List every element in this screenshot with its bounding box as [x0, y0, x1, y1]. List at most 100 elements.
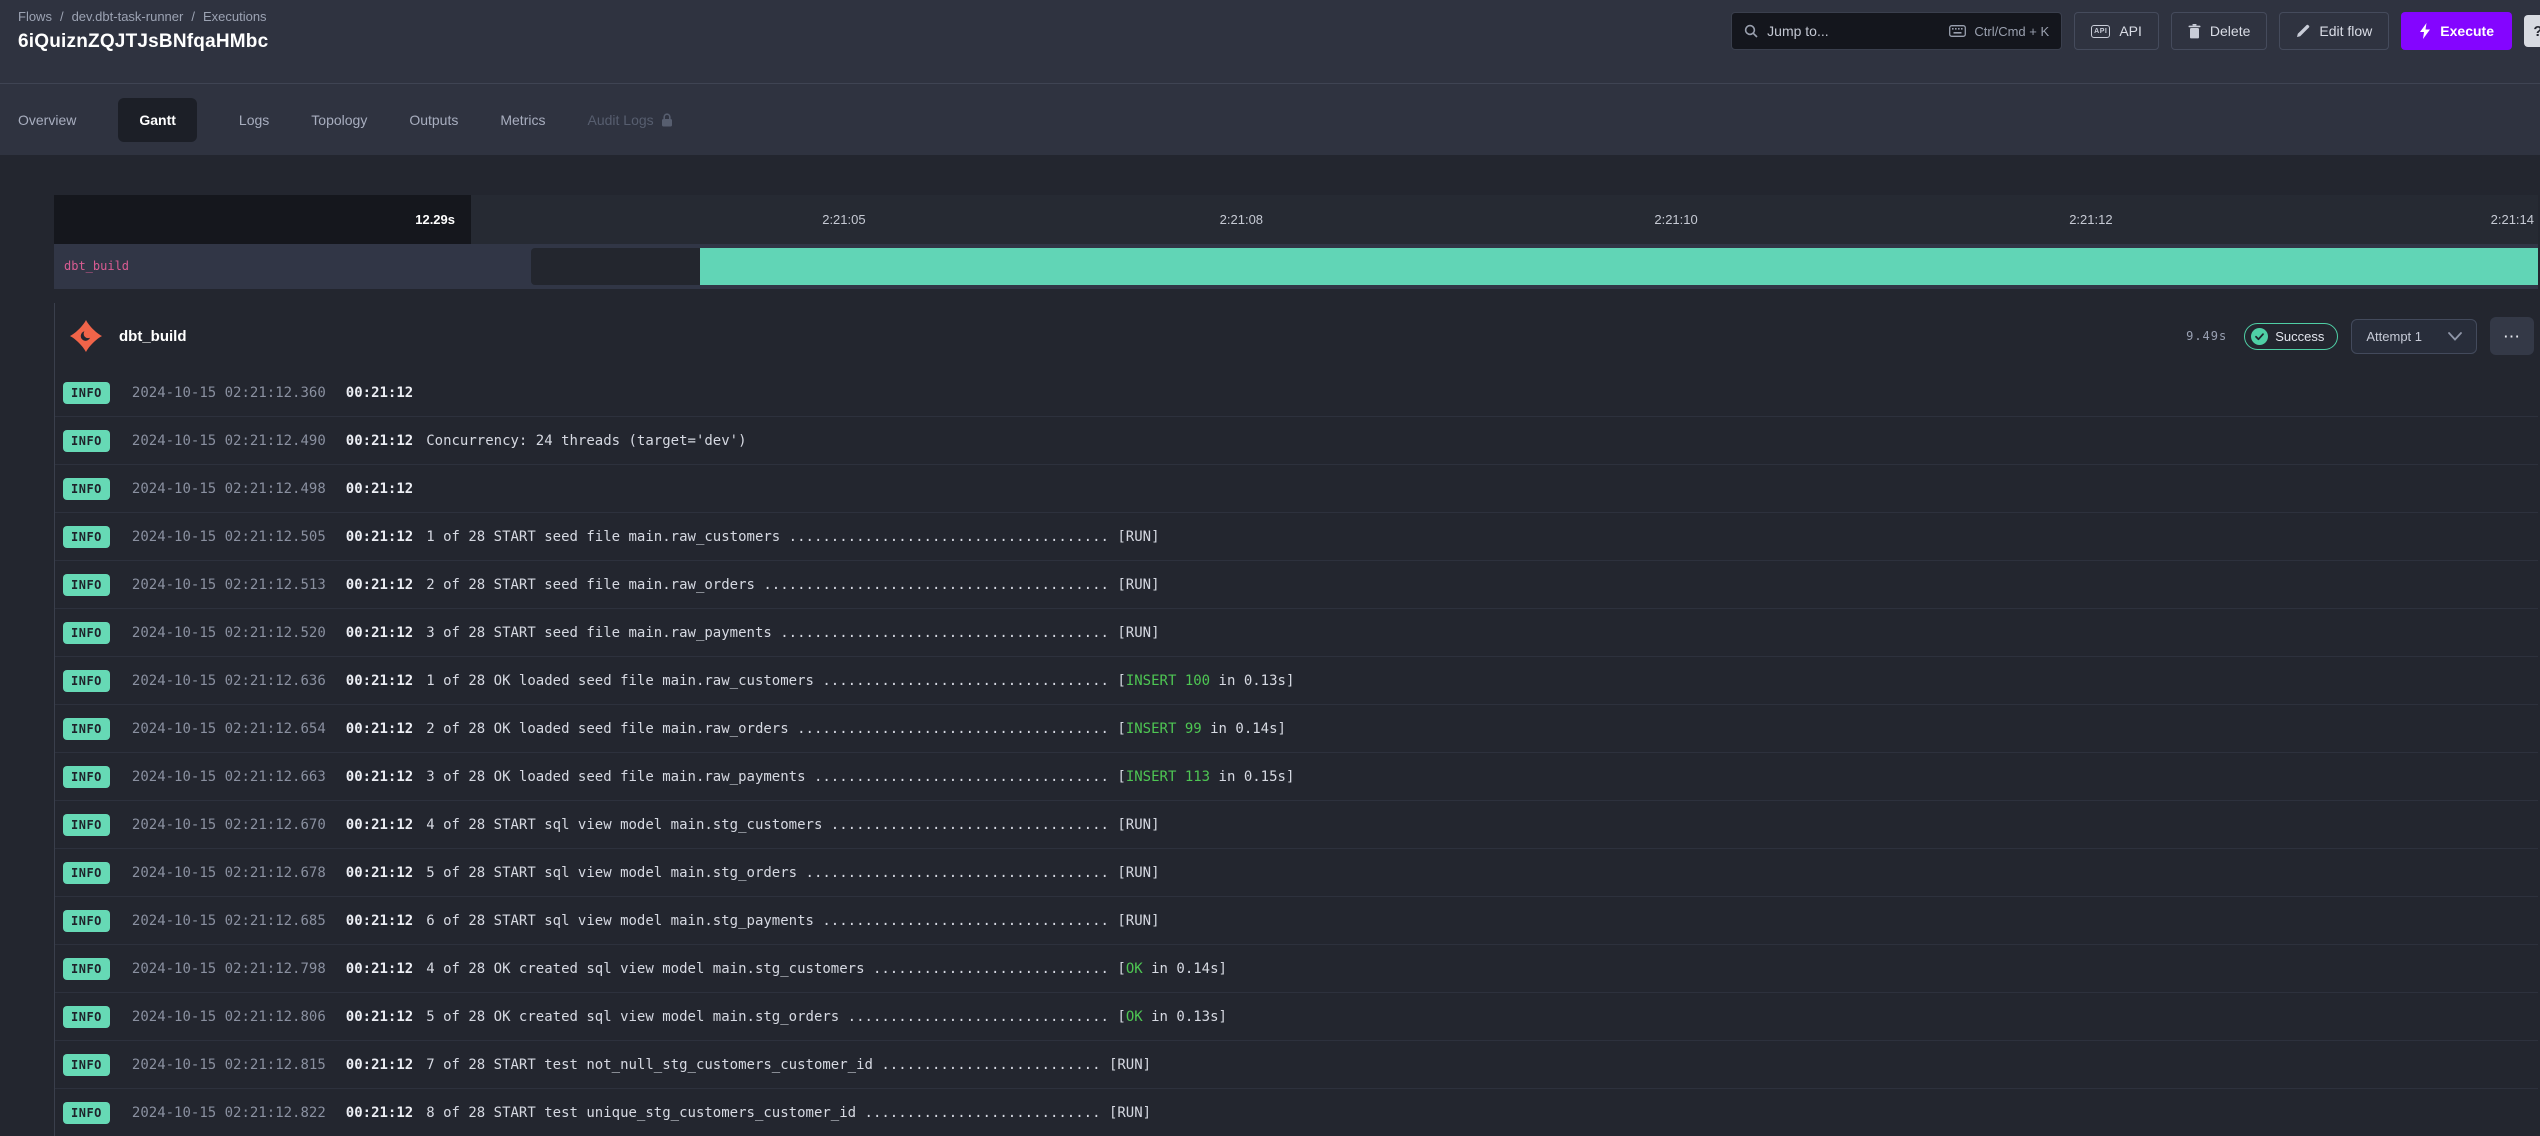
log-row: INFO2024-10-15 02:21:12.79800:21:124 of … [55, 945, 2538, 993]
log-level-badge: INFO [63, 574, 110, 596]
log-level-badge: INFO [63, 478, 110, 500]
log-result: INSERT 100 [1126, 673, 1210, 689]
status-label: Success [2275, 329, 2324, 344]
dbt-icon [69, 319, 103, 353]
log-message: 3 of 28 OK loaded seed file main.raw_pay… [426, 769, 1117, 785]
tab-bar: Overview Gantt Logs Topology Outputs Metrics A… [0, 84, 2540, 155]
check-circle-icon [2251, 328, 2268, 345]
log-level-badge: INFO [63, 670, 110, 692]
tab-label: Topology [311, 112, 367, 128]
log-timestamp: 2024-10-15 02:21:12.806 [132, 1009, 326, 1025]
header-left: Flows/dev.dbt-task-runner/Executions 6iQ… [18, 9, 268, 83]
tab-label: Gantt [139, 112, 176, 128]
tab-audit-logs: Audit Logs [587, 112, 672, 128]
log-result: [ [1117, 721, 1125, 737]
log-row: INFO2024-10-15 02:21:12.52000:21:123 of … [55, 609, 2538, 657]
task-section: dbt_build 9.49s Success Attempt 1 ⋯ [54, 303, 2538, 1136]
gantt-view: 12.29s 2:21:052:21:082:21:102:21:122:21:… [0, 155, 2540, 1136]
log-timestamp: 2024-10-15 02:21:12.636 [132, 673, 326, 689]
tab-gantt[interactable]: Gantt [118, 98, 197, 142]
log-level-badge: INFO [63, 766, 110, 788]
breadcrumb-item-flows[interactable]: Flows [18, 9, 52, 24]
log-timestamp: 2024-10-15 02:21:12.505 [132, 529, 326, 545]
gantt-bar-segment-created[interactable] [531, 248, 700, 285]
timeline-tick: 2:21:10 [1654, 195, 1697, 244]
gantt-bar-segment-running[interactable] [700, 248, 2538, 285]
log-result: in 0.13s] [1210, 673, 1294, 689]
log-time: 00:21:12 [346, 1009, 413, 1025]
log-row: INFO2024-10-15 02:21:12.67000:21:124 of … [55, 801, 2538, 849]
bolt-icon [2419, 23, 2431, 39]
log-result: [ [1117, 673, 1125, 689]
log-row: INFO2024-10-15 02:21:12.50500:21:121 of … [55, 513, 2538, 561]
log-time: 00:21:12 [346, 673, 413, 689]
keyboard-icon [1949, 25, 1966, 37]
log-level-badge: INFO [63, 430, 110, 452]
log-row: INFO2024-10-15 02:21:12.68500:21:126 of … [55, 897, 2538, 945]
log-level-badge: INFO [63, 958, 110, 980]
jump-to-button[interactable]: Jump to... Ctrl/Cmd + K [1731, 12, 2062, 50]
tab-topology[interactable]: Topology [311, 112, 367, 128]
tab-overview[interactable]: Overview [18, 112, 76, 128]
more-menu-button[interactable]: ⋯ [2490, 317, 2534, 355]
log-time: 00:21:12 [346, 529, 413, 545]
log-row: INFO2024-10-15 02:21:12.67800:21:125 of … [55, 849, 2538, 897]
log-row: INFO 2024-10-15 02:21:12.636 00:21:12 1 of … [55, 657, 2538, 705]
status-badge: Success [2244, 323, 2338, 350]
execute-button[interactable]: Execute [2401, 12, 2512, 50]
log-row: INFO2024-10-15 02:21:12.80600:21:125 of … [55, 993, 2538, 1041]
api-icon: API [2091, 25, 2110, 38]
log-time: 00:21:12 [346, 577, 413, 593]
tab-label: Audit Logs [587, 112, 653, 128]
log-timestamp: 2024-10-15 02:21:12.822 [132, 1105, 326, 1121]
log-row: INFO2024-10-15 02:21:12.36000:21:12 [55, 369, 2538, 417]
jump-to-label: Jump to... [1767, 23, 1828, 39]
timeline-tick: 2:21:12 [2069, 195, 2112, 244]
execute-button-label: Execute [2440, 23, 2494, 39]
log-result: [RUN] [1109, 1105, 1151, 1121]
edit-flow-button[interactable]: Edit flow [2279, 12, 2389, 50]
breadcrumb-item-dev-dbt-task-runner[interactable]: dev.dbt-task-runner [72, 9, 184, 24]
log-result: [RUN] [1117, 577, 1159, 593]
log-message: 2 of 28 START seed file main.raw_orders … [426, 577, 1117, 593]
log-result: [RUN] [1109, 1057, 1151, 1073]
breadcrumb-item-executions[interactable]: Executions [203, 9, 267, 24]
log-time: 00:21:12 [346, 1057, 413, 1073]
tab-outputs[interactable]: Outputs [409, 112, 458, 128]
api-button[interactable]: API API [2074, 12, 2159, 50]
tab-label: Metrics [500, 112, 545, 128]
breadcrumb-separator: / [60, 9, 64, 24]
attempt-label: Attempt 1 [2366, 329, 2422, 344]
gantt-task-label[interactable]: dbt_build [64, 244, 129, 289]
log-message: 7 of 28 START test not_null_stg_customer… [426, 1057, 1109, 1073]
timeline-tick: 2:21:08 [1220, 195, 1263, 244]
tab-metrics[interactable]: Metrics [500, 112, 545, 128]
log-level-badge: INFO [63, 622, 110, 644]
log-row: INFO2024-10-15 02:21:12.82200:21:128 of … [55, 1089, 2538, 1136]
tab-label: Overview [18, 112, 76, 128]
tab-logs[interactable]: Logs [239, 112, 269, 128]
log-result: in 0.14s] [1202, 721, 1286, 737]
log-timestamp: 2024-10-15 02:21:12.663 [132, 769, 326, 785]
task-meta: 9.49s Success Attempt 1 ⋯ [2186, 317, 2534, 355]
log-level-badge: INFO [63, 1054, 110, 1076]
delete-button[interactable]: Delete [2171, 12, 2267, 50]
log-level-badge: INFO [63, 1102, 110, 1124]
log-result: [RUN] [1117, 913, 1159, 929]
log-timestamp: 2024-10-15 02:21:12.490 [132, 433, 326, 449]
log-time: 00:21:12 [346, 769, 413, 785]
page-title: 6iQuiznZQJTJsBNfqaHMbc [18, 31, 268, 53]
log-timestamp: 2024-10-15 02:21:12.798 [132, 961, 326, 977]
log-message: 1 of 28 OK loaded seed file main.raw_cus… [426, 673, 1117, 689]
tab-label: Logs [239, 112, 269, 128]
log-message: 4 of 28 OK created sql view model main.s… [426, 961, 1117, 977]
log-timestamp: 2024-10-15 02:21:12.670 [132, 817, 326, 833]
log-result: [RUN] [1117, 529, 1159, 545]
log-result: OK [1126, 1009, 1143, 1025]
log-timestamp: 2024-10-15 02:21:12.360 [132, 385, 326, 401]
attempt-dropdown[interactable]: Attempt 1 [2351, 319, 2477, 354]
log-timestamp: 2024-10-15 02:21:12.520 [132, 625, 326, 641]
timeline-tick: 2:21:14 [2491, 195, 2534, 244]
api-button-label: API [2119, 23, 2142, 39]
help-button[interactable]: ? [2524, 15, 2540, 47]
